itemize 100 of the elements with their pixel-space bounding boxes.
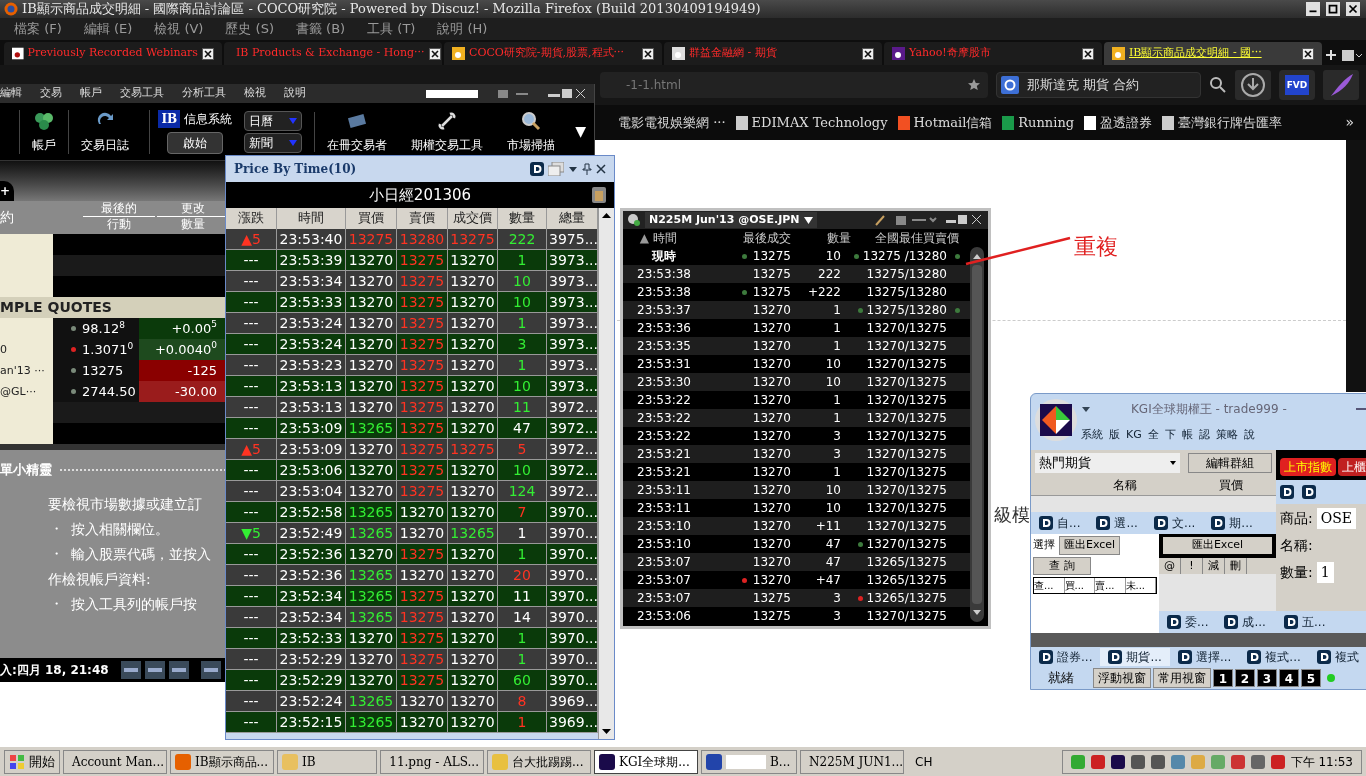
menu-item[interactable]: 帳戶 bbox=[80, 85, 102, 102]
start-button[interactable]: 開始 bbox=[4, 749, 60, 774]
browser-tab[interactable]: Previously Recorded Webinars bbox=[4, 42, 222, 65]
menu-item[interactable]: 檔案 (F) bbox=[14, 19, 62, 39]
layout-button[interactable]: 1 bbox=[1213, 669, 1233, 687]
window-tab[interactable]: 選... bbox=[1088, 514, 1146, 532]
menu-item[interactable]: 分析工具 bbox=[182, 85, 226, 102]
menu-item[interactable]: 帳 bbox=[1181, 426, 1193, 444]
more-bookmarks[interactable]: » bbox=[1345, 112, 1354, 133]
window-tab[interactable]: 自... bbox=[1031, 514, 1089, 532]
toolbar-button[interactable]: 在冊交易者 bbox=[315, 109, 400, 154]
bookmark[interactable]: Hotmail信箱 bbox=[897, 112, 993, 133]
window-tab[interactable]: 期貨... bbox=[1100, 648, 1170, 666]
taskbar-button[interactable]: 台大批踢踢... bbox=[487, 749, 591, 774]
layout-button[interactable]: 4 bbox=[1279, 669, 1299, 687]
video-download-button[interactable]: FVD bbox=[1279, 70, 1315, 100]
window-tab[interactable]: 證券... bbox=[1031, 648, 1101, 666]
toolbar-button[interactable]: 市場掃描 bbox=[495, 109, 568, 154]
bookmark[interactable]: 臺灣銀行牌告匯率 bbox=[1162, 112, 1283, 133]
more-button[interactable]: ▼ bbox=[567, 121, 594, 142]
query-button[interactable]: 查 詢 bbox=[1033, 556, 1091, 575]
browser-tab[interactable]: IB Products & Exchange - Hong··· bbox=[224, 42, 442, 65]
window-tab[interactable]: 期... bbox=[1203, 514, 1261, 532]
product-field[interactable]: OSE bbox=[1316, 508, 1356, 529]
taskbar-button[interactable]: IB顯示商品... bbox=[170, 749, 274, 774]
taskbar-button[interactable]: Account Man... bbox=[63, 749, 167, 774]
common-windows-button[interactable]: 常用視窗 bbox=[1153, 668, 1211, 688]
window-tab[interactable]: 委... bbox=[1159, 613, 1217, 631]
taskbar-button[interactable]: KGI全球期... bbox=[594, 749, 698, 774]
menu-item[interactable]: 編輯 bbox=[0, 85, 22, 102]
table-cell-text: 23:53:07 bbox=[636, 572, 692, 589]
menu-item[interactable]: 認 bbox=[1198, 426, 1210, 444]
toolbar-button[interactable]: 帳戶 bbox=[19, 109, 69, 154]
language-indicator[interactable]: CH bbox=[915, 752, 933, 771]
layout-button[interactable]: 5 bbox=[1301, 669, 1321, 687]
index-tab[interactable]: 上市指數 bbox=[1280, 458, 1336, 476]
table-cell-text: 13270 bbox=[752, 572, 791, 589]
menu-item[interactable]: 交易 bbox=[40, 85, 62, 102]
window-tab[interactable]: 文... bbox=[1145, 514, 1204, 532]
taskbar-button[interactable]: 11.png - ALS... bbox=[380, 749, 484, 774]
layout-button[interactable]: 3 bbox=[1257, 669, 1277, 687]
table-cell-text: 13270 bbox=[752, 536, 791, 553]
menu-item[interactable]: KG bbox=[1126, 426, 1142, 444]
menu-item[interactable]: 版 bbox=[1109, 426, 1120, 444]
window-tab[interactable]: 成... bbox=[1216, 613, 1274, 631]
taskbar-button[interactable]: IB bbox=[277, 749, 377, 774]
browser-tab[interactable]: Yahoo!奇摩股市 bbox=[884, 42, 1102, 65]
quantity-field[interactable]: 1 bbox=[1316, 562, 1334, 583]
taskbar-button[interactable]: N225M JUN1... bbox=[800, 749, 904, 774]
address-field[interactable]: -1-1.html bbox=[600, 72, 988, 98]
toolbar-button[interactable]: 期權交易工具 bbox=[399, 109, 496, 154]
column-header[interactable]: 全國最佳買賣價 bbox=[851, 229, 959, 247]
start-button[interactable]: 啟始 bbox=[167, 131, 224, 154]
column-header[interactable]: 數量 bbox=[791, 229, 851, 247]
browser-tab[interactable]: COCO研究院-期貨,股票,程式··· bbox=[444, 42, 662, 65]
menu-item[interactable]: 歷史 (S) bbox=[225, 19, 274, 39]
menu-item[interactable]: 書籤 (B) bbox=[295, 19, 346, 39]
menu-item[interactable]: 檢視 (V) bbox=[154, 19, 204, 39]
window-tab[interactable]: 複式... bbox=[1239, 648, 1309, 666]
export-button[interactable]: 匯出Excel bbox=[1059, 536, 1121, 555]
menu-item[interactable]: 說 bbox=[1243, 426, 1255, 444]
window-tab[interactable]: 複式 bbox=[1308, 648, 1366, 666]
menu-item[interactable]: 檢視 bbox=[244, 85, 266, 102]
symbol-dropdown[interactable]: N225M Jun'13 @OSE.JPN bbox=[645, 211, 817, 229]
bookmark[interactable]: Running bbox=[1002, 112, 1075, 133]
menu-item[interactable]: 說明 bbox=[284, 85, 306, 102]
browser-tab[interactable]: 群益金融網 - 期貨 bbox=[664, 42, 882, 65]
dropdown-button[interactable]: 日曆 bbox=[244, 110, 303, 131]
column-header[interactable]: 時間 bbox=[653, 229, 713, 247]
menu-item[interactable]: 全 bbox=[1147, 426, 1159, 444]
export-button[interactable]: 匯出Excel bbox=[1163, 537, 1272, 554]
dropdown-button[interactable]: 新聞 bbox=[244, 132, 303, 153]
menu-item[interactable]: 工具 (T) bbox=[367, 19, 416, 39]
layout-button[interactable]: 2 bbox=[1235, 669, 1255, 687]
menu-item[interactable]: 交易工具 bbox=[120, 85, 164, 102]
window-tab[interactable]: 選擇... bbox=[1169, 648, 1240, 666]
symbol-cell: @GL··· bbox=[0, 381, 53, 402]
table-cell-text: 13270/13275 bbox=[866, 428, 947, 445]
bookmark[interactable]: EDIMAX Technology bbox=[735, 112, 888, 133]
sort-arrow[interactable]: ▲ bbox=[623, 229, 653, 247]
bookmark[interactable]: 盈透證券 bbox=[1084, 112, 1153, 133]
menu-item[interactable]: 下 bbox=[1164, 426, 1176, 444]
bookmark[interactable]: 電影電視娛樂網 ··· bbox=[618, 112, 726, 133]
table-cell-text: 13265/13275 bbox=[866, 572, 947, 589]
index-tab[interactable]: 上櫃 bbox=[1338, 458, 1366, 476]
column-header[interactable]: 最後成交 bbox=[713, 229, 791, 247]
floating-windows-button[interactable]: 浮動視窗 bbox=[1093, 668, 1151, 688]
edit-group-button[interactable]: 編輯群組 bbox=[1188, 453, 1272, 473]
toolbar-button[interactable]: 交易日誌 bbox=[68, 109, 142, 154]
browser-tab[interactable]: IB顯示商品成交明細 - 國··· bbox=[1104, 42, 1322, 65]
table-cell-text: 13270 bbox=[752, 302, 791, 319]
menu-item[interactable]: 策略 bbox=[1215, 426, 1238, 444]
add-tab-button[interactable]: + bbox=[0, 181, 14, 201]
menu-item[interactable]: 系統 bbox=[1081, 426, 1103, 444]
search-field[interactable]: 那斯達克 期貨 合約 bbox=[996, 72, 1201, 98]
menu-item[interactable]: 說明 (H) bbox=[437, 19, 488, 39]
window-title: IB顯示商品成交明細 - 國際商品討論區 - COCO研究院 - Powered by Discuz! - Mozilla Firefox (Build 20130409194949) bbox=[22, 0, 761, 19]
menu-item[interactable]: 編輯 (E) bbox=[83, 19, 133, 39]
taskbar-button[interactable]: B... bbox=[701, 749, 797, 774]
group-dropdown[interactable]: 熱門期貨 bbox=[1035, 453, 1180, 473]
